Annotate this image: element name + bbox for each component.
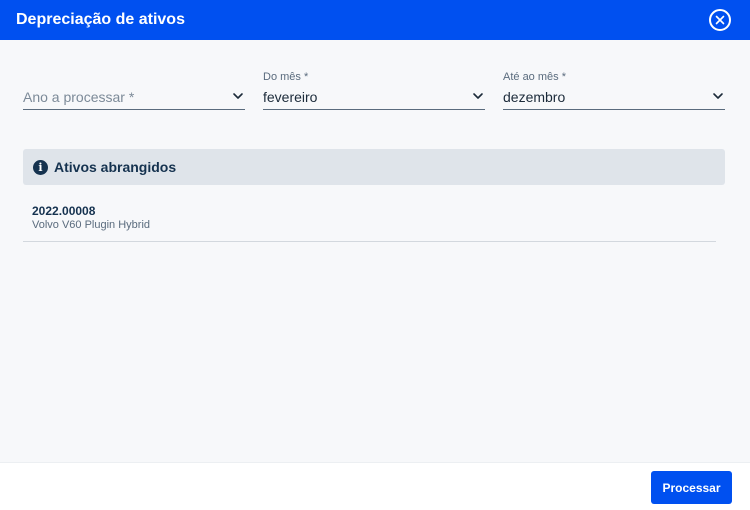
info-icon: i <box>33 159 48 175</box>
dialog-header: Depreciação de ativos <box>0 0 750 40</box>
do-mes-value: fevereiro <box>263 89 318 105</box>
ate-ao-mes-select[interactable]: Até ao mês * dezembro <box>503 68 725 110</box>
list-item: 2022.00008 Volvo V60 Plugin Hybrid <box>23 196 716 242</box>
close-icon[interactable] <box>709 9 731 31</box>
processar-button[interactable]: Processar <box>651 471 732 504</box>
asset-code: 2022.00008 <box>32 204 96 218</box>
ate-mes-label: Até ao mês * <box>503 71 566 83</box>
asset-description: Volvo V60 Plugin Hybrid <box>32 219 151 231</box>
ativos-abrangidos-header: i Ativos abrangidos <box>23 149 725 185</box>
ativos-abrangidos-title: Ativos abrangidos <box>54 159 177 175</box>
do-mes-select[interactable]: Do mês * fevereiro <box>263 68 485 110</box>
dialog-footer <box>0 462 750 510</box>
ate-mes-value: dezembro <box>503 89 566 105</box>
chevron-down-icon <box>473 93 483 99</box>
dialog-title: Depreciação de ativos <box>16 11 185 28</box>
chevron-down-icon <box>233 93 243 99</box>
ano-placeholder: Ano a processar * <box>23 89 135 105</box>
ano-a-processar-select[interactable]: Ano a processar * <box>23 68 245 110</box>
do-mes-label: Do mês * <box>263 71 309 83</box>
chevron-down-icon <box>713 93 723 99</box>
